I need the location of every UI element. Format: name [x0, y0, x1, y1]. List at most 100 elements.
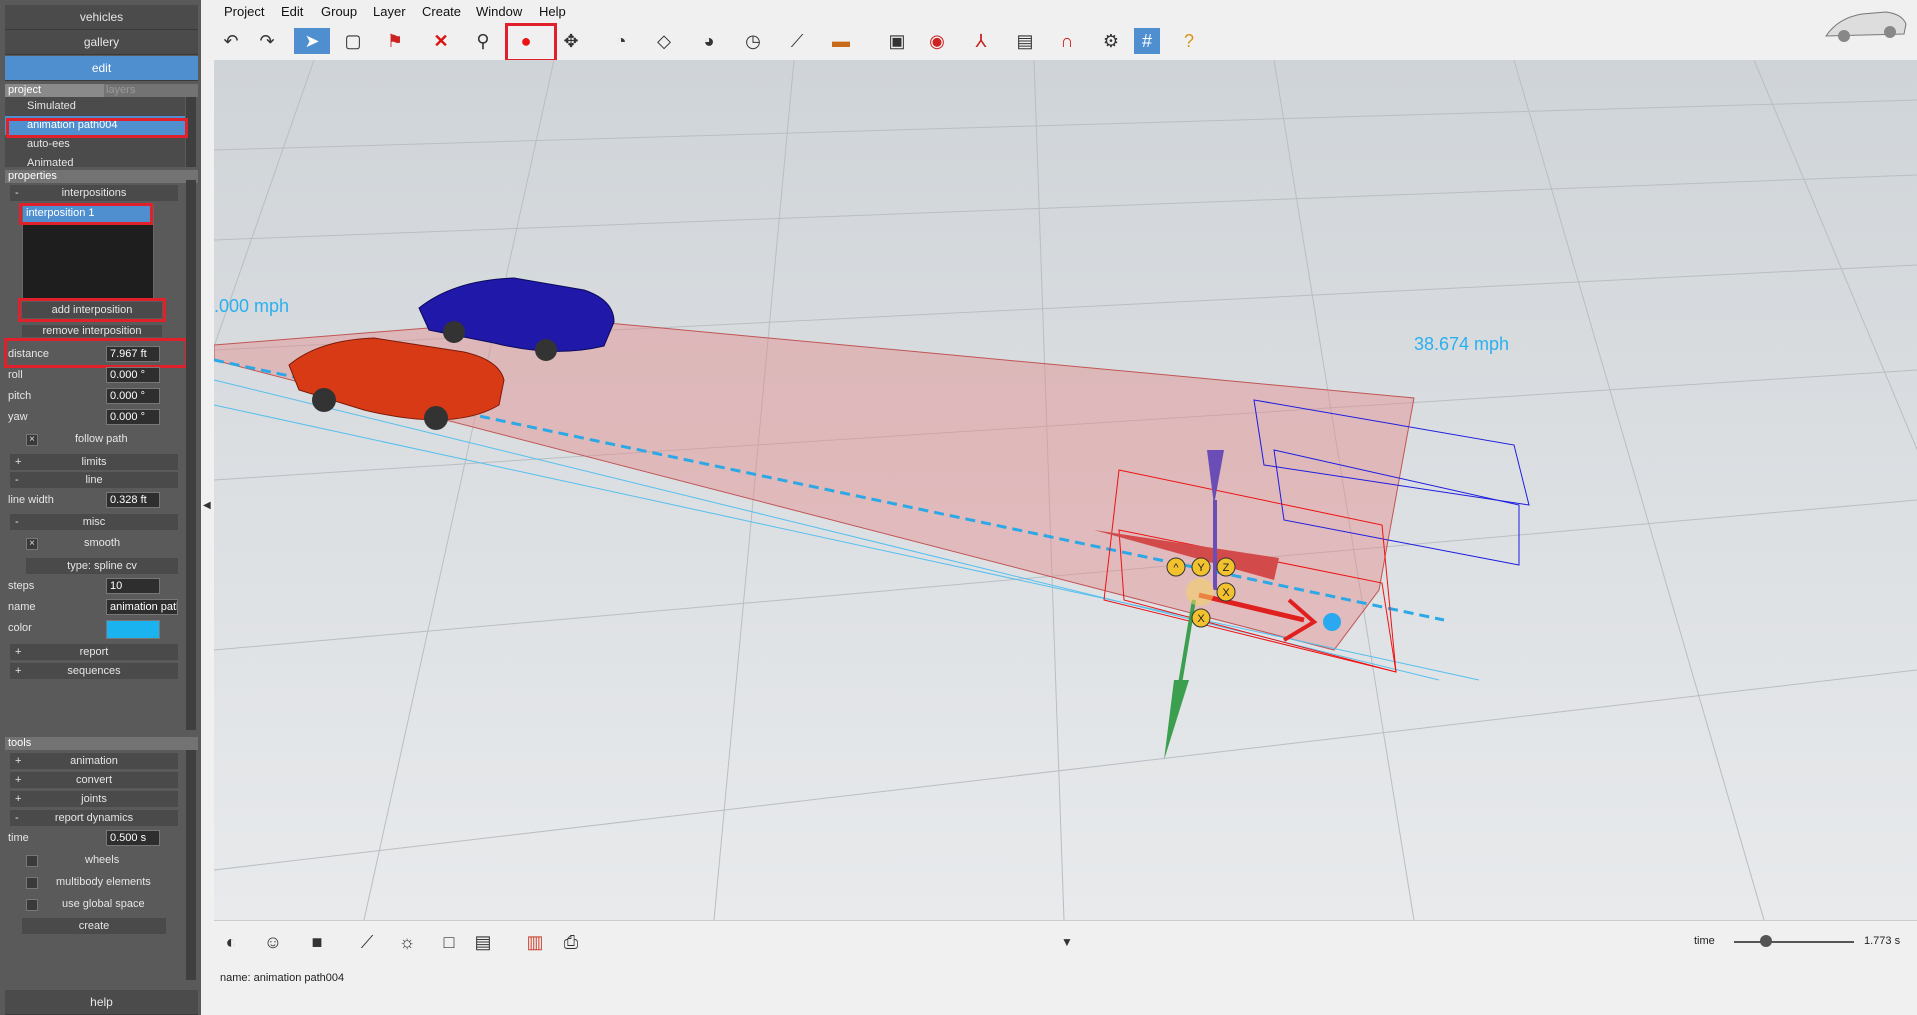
pin-icon[interactable]: ⚑: [382, 28, 408, 54]
misc-group[interactable]: - misc: [10, 514, 178, 530]
tab-project[interactable]: project: [5, 84, 104, 97]
yaw-field[interactable]: 0.000 °: [106, 409, 160, 425]
name-field[interactable]: animation path: [106, 599, 178, 615]
undo-icon[interactable]: ↶: [218, 28, 244, 54]
head-icon[interactable]: ☺: [260, 929, 286, 955]
group-label: interpositions: [61, 187, 127, 199]
status-text: name: animation path004: [220, 972, 345, 984]
project-tabs: project layers: [5, 84, 198, 97]
follow-path-checkbox[interactable]: ×: [26, 434, 38, 446]
render-icon[interactable]: ▤: [470, 929, 496, 955]
vehicles-button[interactable]: vehicles: [5, 5, 198, 30]
gizmo-label: X: [1222, 587, 1230, 599]
global-space-checkbox[interactable]: [26, 899, 38, 911]
remove-interposition-button[interactable]: remove interposition: [22, 325, 162, 337]
tab-layers[interactable]: layers: [103, 84, 196, 97]
group-label: limits: [81, 456, 107, 468]
left-panel: vehicles gallery edit project layers Sim…: [0, 0, 201, 1015]
line-group[interactable]: - line: [10, 472, 178, 488]
menu-edit[interactable]: Edit: [281, 4, 303, 19]
group-label: misc: [82, 516, 106, 528]
collapse-panel-icon[interactable]: ◀: [203, 500, 211, 511]
list-item[interactable]: Simulated: [5, 97, 185, 116]
axes-icon[interactable]: ⅄: [968, 28, 994, 54]
expand-icon: +: [15, 646, 22, 658]
smooth-checkbox[interactable]: ×: [26, 538, 38, 550]
pitch-field[interactable]: 0.000 °: [106, 388, 160, 404]
menu-project[interactable]: Project: [224, 4, 264, 19]
report-icon[interactable]: ▥: [522, 929, 548, 955]
gallery-button[interactable]: gallery: [5, 30, 198, 55]
scene-canvas[interactable]: ^ Y Z X X .000 mph 38.674 mph: [214, 60, 1917, 920]
menu-create[interactable]: Create: [422, 4, 461, 19]
material-sphere-icon[interactable]: ◐: [218, 929, 244, 955]
3d-viewport[interactable]: ^ Y Z X X .000 mph 38.674 mph: [214, 60, 1917, 920]
limits-group[interactable]: + limits: [10, 454, 178, 470]
rect-select-icon[interactable]: ▢: [340, 28, 366, 54]
convert-group[interactable]: + convert: [10, 772, 178, 788]
menu-layer[interactable]: Layer: [373, 4, 406, 19]
path-point[interactable]: [1323, 613, 1341, 631]
redo-icon[interactable]: ↷: [254, 28, 280, 54]
print-icon[interactable]: ⎙: [558, 929, 584, 955]
joints-group[interactable]: + joints: [10, 791, 178, 807]
line-width-field[interactable]: 0.328 ft: [106, 492, 160, 508]
settings-icon[interactable]: ⚙: [1098, 28, 1124, 54]
delete-icon[interactable]: ✕: [428, 28, 454, 54]
color-swatch[interactable]: [106, 620, 160, 639]
time-slider[interactable]: [1734, 941, 1854, 943]
chart-icon[interactable]: ⟋: [354, 929, 380, 955]
tools-scrollbar[interactable]: [186, 750, 196, 980]
dropdown-arrow-icon[interactable]: ▼: [1054, 929, 1080, 955]
gauge-icon[interactable]: ◔: [608, 28, 634, 54]
properties-scrollbar[interactable]: [186, 180, 196, 730]
help-icon[interactable]: ?: [1176, 28, 1202, 54]
wheels-checkbox[interactable]: [26, 855, 38, 867]
list-item[interactable]: Animated: [5, 154, 185, 167]
time-field[interactable]: 0.500 s: [106, 830, 160, 846]
status-bar: name: animation path004: [214, 960, 1917, 1015]
steps-field[interactable]: 10: [106, 578, 160, 594]
report-group[interactable]: + report: [10, 644, 178, 660]
frame-icon[interactable]: □: [436, 929, 462, 955]
multibody-checkbox[interactable]: [26, 877, 38, 889]
sequences-group[interactable]: + sequences: [10, 663, 178, 679]
surface-icon[interactable]: ◇: [651, 28, 677, 54]
select-tool-icon[interactable]: ➤: [294, 28, 330, 54]
group-label: sequences: [67, 665, 121, 677]
interpositions-group[interactable]: - interpositions: [10, 185, 178, 201]
animation-group[interactable]: + animation: [10, 753, 178, 769]
vehicle-logo: [1820, 2, 1910, 52]
expand-icon: +: [15, 665, 22, 677]
expand-icon: +: [15, 456, 22, 468]
create-button[interactable]: create: [22, 918, 166, 934]
camera-icon[interactable]: ▣: [884, 28, 910, 54]
grid-icon[interactable]: #: [1134, 28, 1160, 54]
speedometer-icon[interactable]: ◷: [740, 28, 766, 54]
help-button[interactable]: help: [5, 990, 198, 1015]
magnet-icon[interactable]: ∩: [1054, 28, 1080, 54]
expand-icon: +: [15, 755, 22, 767]
group-label: joints: [81, 793, 107, 805]
zoom-icon[interactable]: ⚲: [470, 28, 496, 54]
type-button[interactable]: type: spline cv: [26, 558, 178, 574]
roll-field[interactable]: 0.000 °: [106, 367, 160, 383]
menu-group[interactable]: Group: [321, 4, 357, 19]
collapse-icon: -: [15, 812, 19, 824]
global-space-label: use global space: [62, 898, 145, 910]
menu-help[interactable]: Help: [539, 4, 566, 19]
measure-icon[interactable]: ⟋: [784, 28, 810, 54]
ruler-icon[interactable]: ▬: [828, 28, 854, 54]
time-slider-thumb[interactable]: [1760, 935, 1772, 947]
edit-button[interactable]: edit: [5, 56, 198, 81]
move-icon[interactable]: ✥: [558, 28, 584, 54]
speed-label-end: 38.674 mph: [1414, 334, 1509, 354]
image-icon[interactable]: ▤: [1012, 28, 1038, 54]
gizmo-center[interactable]: [1186, 578, 1214, 606]
dial-icon[interactable]: ◕: [696, 28, 722, 54]
light-icon[interactable]: ☼: [394, 929, 420, 955]
report-dynamics-group[interactable]: - report dynamics: [10, 810, 178, 826]
target-icon[interactable]: ◉: [924, 28, 950, 54]
shading-icon[interactable]: ■: [304, 929, 330, 955]
menu-window[interactable]: Window: [476, 4, 522, 19]
